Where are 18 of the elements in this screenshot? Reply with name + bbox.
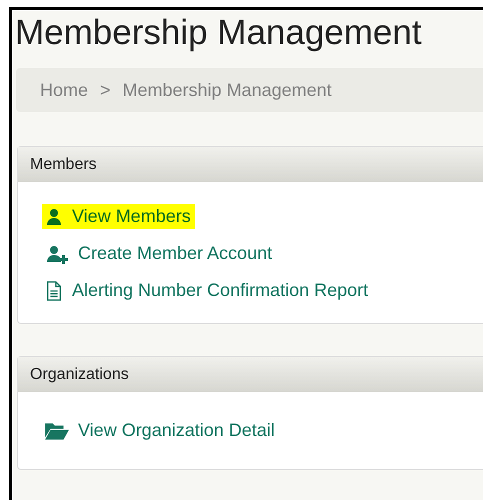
- user-plus-icon: [44, 244, 70, 264]
- breadcrumb-separator: >: [100, 80, 111, 100]
- panel-title: Organizations: [30, 366, 129, 384]
- user-icon: [44, 206, 64, 226]
- document-icon: [44, 280, 64, 300]
- menu-link[interactable]: Create Member Account: [42, 241, 276, 266]
- menu-link[interactable]: Alerting Number Confirmation Report: [42, 278, 372, 303]
- link-text: View Organization Detail: [78, 420, 275, 441]
- breadcrumb-link[interactable]: Home: [40, 80, 88, 100]
- panel-title: Members: [30, 156, 97, 174]
- link-text: View Members: [72, 206, 191, 227]
- menu-link[interactable]: View Members: [42, 204, 195, 229]
- menu-link[interactable]: View Organization Detail: [42, 418, 279, 443]
- link-text: Alerting Number Confirmation Report: [72, 280, 368, 301]
- link-text: Create Member Account: [78, 243, 272, 264]
- folder-icon: [44, 420, 70, 440]
- breadcrumb-link[interactable]: Membership Management: [122, 80, 332, 100]
- page-title: Membership Management: [15, 12, 423, 54]
